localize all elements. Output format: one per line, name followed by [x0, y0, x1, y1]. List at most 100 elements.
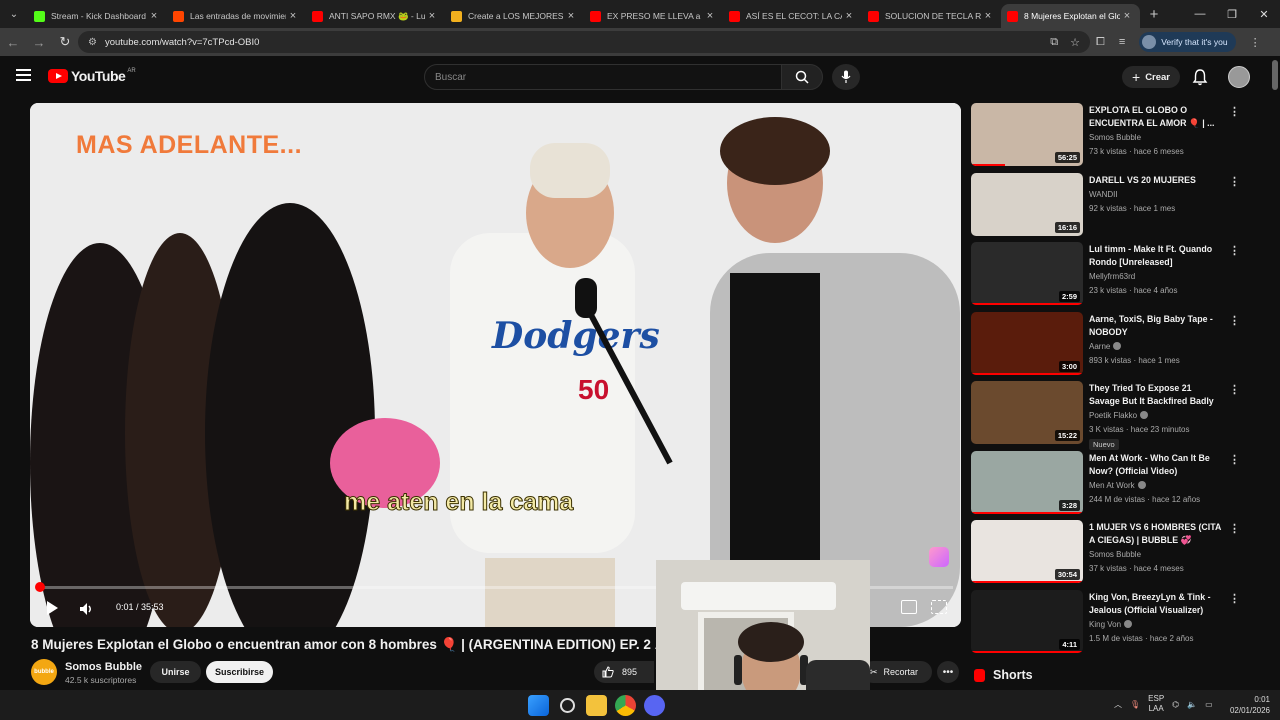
browser-menu-icon[interactable]: ⋮: [1250, 36, 1261, 49]
recommendation-item[interactable]: 56:25 EXPLOTA EL GLOBO O ENCUENTRA EL AMO…: [971, 103, 1251, 167]
recommendation-item[interactable]: 2:59 Lul timm - Make It Ft. Quando Rondo …: [971, 242, 1251, 306]
subscribe-button[interactable]: Suscribirse: [206, 661, 273, 683]
search-button[interactable]: [781, 64, 823, 90]
recommendation-item[interactable]: 4:11 King Von, BreezyLyn & Tink - Jealous…: [971, 589, 1251, 654]
channel-name[interactable]: Somos Bubble: [65, 661, 142, 673]
video-thumbnail[interactable]: 16:16: [971, 172, 1083, 236]
browser-tab[interactable]: Stream - Kick Dashboard ×: [28, 4, 167, 28]
close-tab-icon[interactable]: ×: [842, 10, 856, 22]
more-options-icon[interactable]: ⋮: [1229, 244, 1240, 257]
recommendation-channel[interactable]: Somos Bubble: [1089, 133, 1141, 142]
hamburger-menu-icon[interactable]: [16, 69, 31, 81]
account-avatar[interactable]: [1228, 66, 1250, 88]
progress-scrubber[interactable]: [35, 582, 45, 592]
browser-tab[interactable]: Create a LOS MEJORES AL×: [445, 4, 584, 28]
recommendation-channel[interactable]: Aarne: [1089, 341, 1122, 351]
file-explorer-icon[interactable]: [586, 695, 607, 716]
minimize-icon[interactable]: —: [1184, 0, 1216, 28]
more-options-icon[interactable]: ⋮: [1229, 105, 1240, 118]
more-options-icon[interactable]: ⋮: [1229, 522, 1240, 535]
browser-tab[interactable]: ASÍ ES EL CECOT: LA CÁR ×: [723, 4, 862, 28]
network-icon[interactable]: ⌬: [1172, 700, 1179, 709]
close-tab-icon[interactable]: ×: [703, 10, 717, 22]
taskbar-search-icon[interactable]: [560, 698, 575, 713]
video-thumbnail[interactable]: 3:00: [971, 311, 1083, 375]
recommendation-title[interactable]: King Von, BreezyLyn & Tink - Jealous (Of…: [1089, 591, 1223, 617]
video-thumbnail[interactable]: 15:22: [971, 381, 1083, 444]
search-input[interactable]: Buscar: [424, 64, 782, 90]
subtitles-icon[interactable]: [901, 600, 917, 614]
join-button[interactable]: Unirse: [150, 661, 201, 683]
fullscreen-icon[interactable]: [931, 600, 947, 614]
recommendation-channel[interactable]: Mellyfrm63rd: [1089, 272, 1135, 281]
video-thumbnail[interactable]: 3:28: [971, 450, 1083, 514]
close-tab-icon[interactable]: ×: [1120, 10, 1134, 22]
close-tab-icon[interactable]: ×: [425, 10, 439, 22]
channel-watermark-icon[interactable]: [929, 547, 949, 567]
discord-icon[interactable]: [644, 695, 665, 716]
browser-tab[interactable]: ANTI SAPO RMX 🐸 - Lui ×: [306, 4, 445, 28]
tray-microphone-icon[interactable]: 🎙: [1130, 700, 1140, 709]
recommendation-title[interactable]: They Tried To Expose 21 Savage But It Ba…: [1089, 382, 1223, 408]
verify-profile-button[interactable]: Verify that it's you: [1139, 32, 1236, 52]
more-options-icon[interactable]: ⋮: [1229, 383, 1240, 396]
recommendation-item[interactable]: 3:00 Aarne, ToxiS, Big Baby Tape - NOBODY…: [971, 311, 1251, 376]
close-tab-icon[interactable]: ×: [981, 10, 995, 22]
video-player[interactable]: Dodgers 50 MAS ADELANTE... me aten en la…: [30, 103, 961, 627]
more-options-icon[interactable]: ⋮: [1229, 175, 1240, 188]
site-info-icon[interactable]: ⚙: [88, 37, 97, 48]
url-bar[interactable]: ⚙ youtube.com/watch?v=7cTPcd-OBI0 ⧉ ☆: [78, 31, 1090, 53]
speaker-icon[interactable]: 🔈: [1187, 700, 1197, 709]
tray-chevron-icon[interactable]: ︿: [1114, 699, 1122, 710]
tab-search-chevron-icon[interactable]: ⌄: [0, 0, 28, 28]
recommendation-channel[interactable]: Somos Bubble: [1089, 550, 1141, 559]
more-options-icon[interactable]: ⋮: [1229, 453, 1240, 466]
taskbar-clock[interactable]: 0:01 02/01/2026: [1226, 694, 1270, 716]
more-options-icon[interactable]: ⋮: [1229, 314, 1240, 327]
recommendation-item[interactable]: 3:28 Men At Work - Who Can It Be Now? (Of…: [971, 450, 1251, 515]
clip-button[interactable]: ✂ Recortar: [862, 661, 932, 683]
browser-tab[interactable]: 8 Mujeres Explotan el Glo ×: [1001, 4, 1140, 28]
windows-start-icon[interactable]: [528, 695, 549, 716]
bookmark-star-icon[interactable]: ☆: [1070, 36, 1080, 49]
video-thumbnail[interactable]: 56:25: [971, 103, 1083, 166]
recommendation-item[interactable]: 15:22 They Tried To Expose 21 Savage But …: [971, 381, 1251, 450]
scrollbar-thumb[interactable]: [1272, 60, 1278, 90]
video-thumbnail[interactable]: 30:54: [971, 520, 1083, 583]
video-thumbnail[interactable]: 4:11: [971, 589, 1083, 653]
recommendation-item[interactable]: 16:16 DARELL VS 20 MUJERES WANDII 92 k vist…: [971, 172, 1251, 237]
recommendation-channel[interactable]: Men At Work: [1089, 480, 1146, 490]
close-tab-icon[interactable]: ×: [286, 10, 300, 22]
recommendation-channel[interactable]: King Von: [1089, 619, 1133, 629]
forward-arrow-icon[interactable]: →: [26, 35, 52, 50]
install-app-icon[interactable]: ⧉: [1050, 36, 1058, 49]
media-controls-icon[interactable]: ≡: [1119, 36, 1125, 48]
recommendation-item[interactable]: 30:54 1 MUJER VS 6 HOMBRES (CITA A CIEGAS…: [971, 520, 1251, 584]
more-options-icon[interactable]: ⋮: [1229, 592, 1240, 605]
browser-tab[interactable]: Las entradas de movimien ×: [167, 4, 306, 28]
browser-tab[interactable]: EX PRESO ME LLEVA a LO×: [584, 4, 723, 28]
browser-tab[interactable]: SOLUCION DE TECLA REP×: [862, 4, 1001, 28]
recommendation-title[interactable]: Aarne, ToxiS, Big Baby Tape - NOBODY: [1089, 313, 1223, 339]
video-thumbnail[interactable]: 2:59: [971, 242, 1083, 305]
channel-avatar[interactable]: bubble: [31, 659, 57, 685]
close-tab-icon[interactable]: ×: [564, 10, 578, 22]
notifications-bell-icon[interactable]: [1192, 68, 1208, 86]
play-icon[interactable]: [47, 601, 58, 615]
volume-icon[interactable]: [78, 601, 94, 617]
like-button[interactable]: 895: [594, 661, 654, 683]
recommendation-title[interactable]: DARELL VS 20 MUJERES: [1089, 174, 1223, 187]
close-window-icon[interactable]: ✕: [1248, 0, 1280, 28]
language-indicator[interactable]: ESP LAA: [1148, 694, 1164, 714]
recommendation-title[interactable]: Men At Work - Who Can It Be Now? (Offici…: [1089, 452, 1223, 478]
reload-icon[interactable]: ↻: [52, 34, 78, 50]
create-button[interactable]: + Crear: [1122, 66, 1181, 88]
recommendation-title[interactable]: EXPLOTA EL GLOBO O ENCUENTRA EL AMOR 🎈 |…: [1089, 104, 1223, 130]
recommendation-title[interactable]: 1 MUJER VS 6 HOMBRES (CITA A CIEGAS) | B…: [1089, 521, 1223, 547]
chrome-icon[interactable]: [615, 695, 636, 716]
close-tab-icon[interactable]: ×: [147, 10, 161, 22]
back-arrow-icon[interactable]: ←: [0, 35, 26, 50]
more-actions-icon[interactable]: •••: [937, 661, 959, 683]
battery-icon[interactable]: ▭: [1205, 700, 1213, 709]
recommendation-channel[interactable]: WANDII: [1089, 190, 1118, 199]
